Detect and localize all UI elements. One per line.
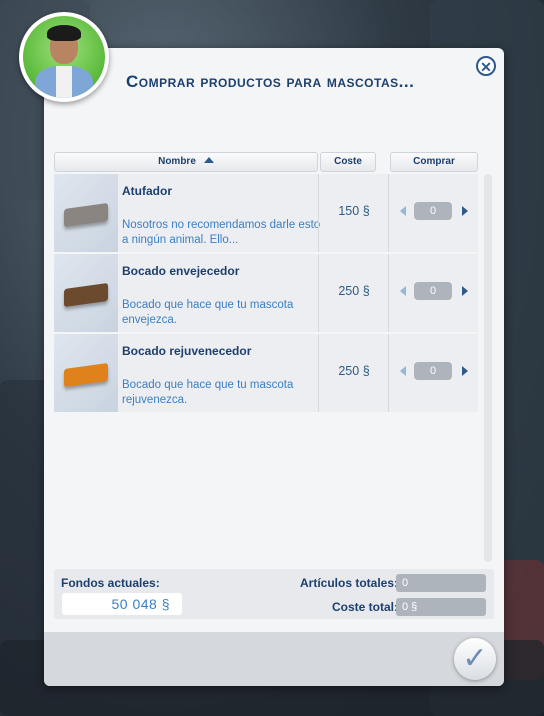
total-cost-label: Coste total: [332, 600, 398, 614]
current-funds-value: 50 048 § [62, 593, 182, 615]
pet-shop-dialog: Comprar productos para mascotas... ✕ Nom… [44, 48, 504, 686]
total-items-label: Artículos totales: [299, 576, 398, 590]
current-funds-label: Fondos actuales: [61, 576, 160, 590]
quantity-field[interactable]: 0 [414, 362, 452, 380]
quantity-field[interactable]: 0 [414, 282, 452, 300]
decrease-arrow-icon[interactable] [400, 286, 406, 296]
quantity-stepper: 0 [400, 282, 480, 300]
close-icon[interactable]: ✕ [476, 56, 496, 76]
column-header-cost[interactable]: Coste [320, 152, 376, 172]
product-thumbnail [54, 254, 118, 332]
purchase-summary: Fondos actuales: 50 048 § Artículos tota… [54, 569, 494, 619]
checkmark-icon[interactable]: ✓ [454, 638, 496, 680]
product-name: Bocado rejuvenecedor [122, 344, 252, 358]
product-thumbnail [54, 174, 118, 252]
list-scrollbar[interactable] [484, 174, 492, 562]
column-header-buy[interactable]: Comprar [390, 152, 478, 172]
product-description: Nosotros no recomendamos darle esto a ni… [122, 219, 321, 246]
decrease-arrow-icon[interactable] [400, 206, 406, 216]
list-item[interactable]: Atufador Nosotros no recomendamos darle … [54, 174, 478, 252]
quantity-stepper: 0 [400, 202, 480, 220]
product-thumbnail [54, 334, 118, 412]
column-header-name-label: Nombre [158, 156, 196, 167]
product-name: Atufador [122, 184, 172, 198]
decrease-arrow-icon[interactable] [400, 366, 406, 376]
total-cost-value: 0 § [396, 598, 486, 616]
product-description: Bocado que hace que tu mascota envejezca… [122, 299, 294, 326]
sort-ascending-icon [203, 157, 214, 163]
list-item[interactable]: Bocado rejuvenecedor Bocado que hace que… [54, 334, 478, 412]
quantity-field[interactable]: 0 [414, 202, 452, 220]
product-cost: 150 § [338, 204, 370, 218]
dialog-title: Comprar productos para mascotas... [126, 72, 415, 91]
quantity-stepper: 0 [400, 362, 480, 380]
treat-icon [64, 282, 108, 308]
increase-arrow-icon[interactable] [462, 366, 468, 376]
product-name: Bocado envejecedor [122, 264, 240, 278]
product-list: Atufador Nosotros no recomendamos darle … [54, 174, 478, 414]
treat-icon [64, 202, 108, 228]
product-description: Bocado que hace que tu mascota rejuvenez… [122, 379, 294, 406]
sim-avatar [19, 12, 109, 102]
product-cost: 250 § [338, 284, 370, 298]
increase-arrow-icon[interactable] [462, 206, 468, 216]
column-header-name[interactable]: Nombre [54, 152, 318, 172]
increase-arrow-icon[interactable] [462, 286, 468, 296]
list-item[interactable]: Bocado envejecedor Bocado que hace que t… [54, 254, 478, 332]
product-cost: 250 § [338, 364, 370, 378]
total-items-value: 0 [396, 574, 486, 592]
dialog-footer-bar [44, 632, 504, 686]
treat-icon [64, 362, 108, 388]
